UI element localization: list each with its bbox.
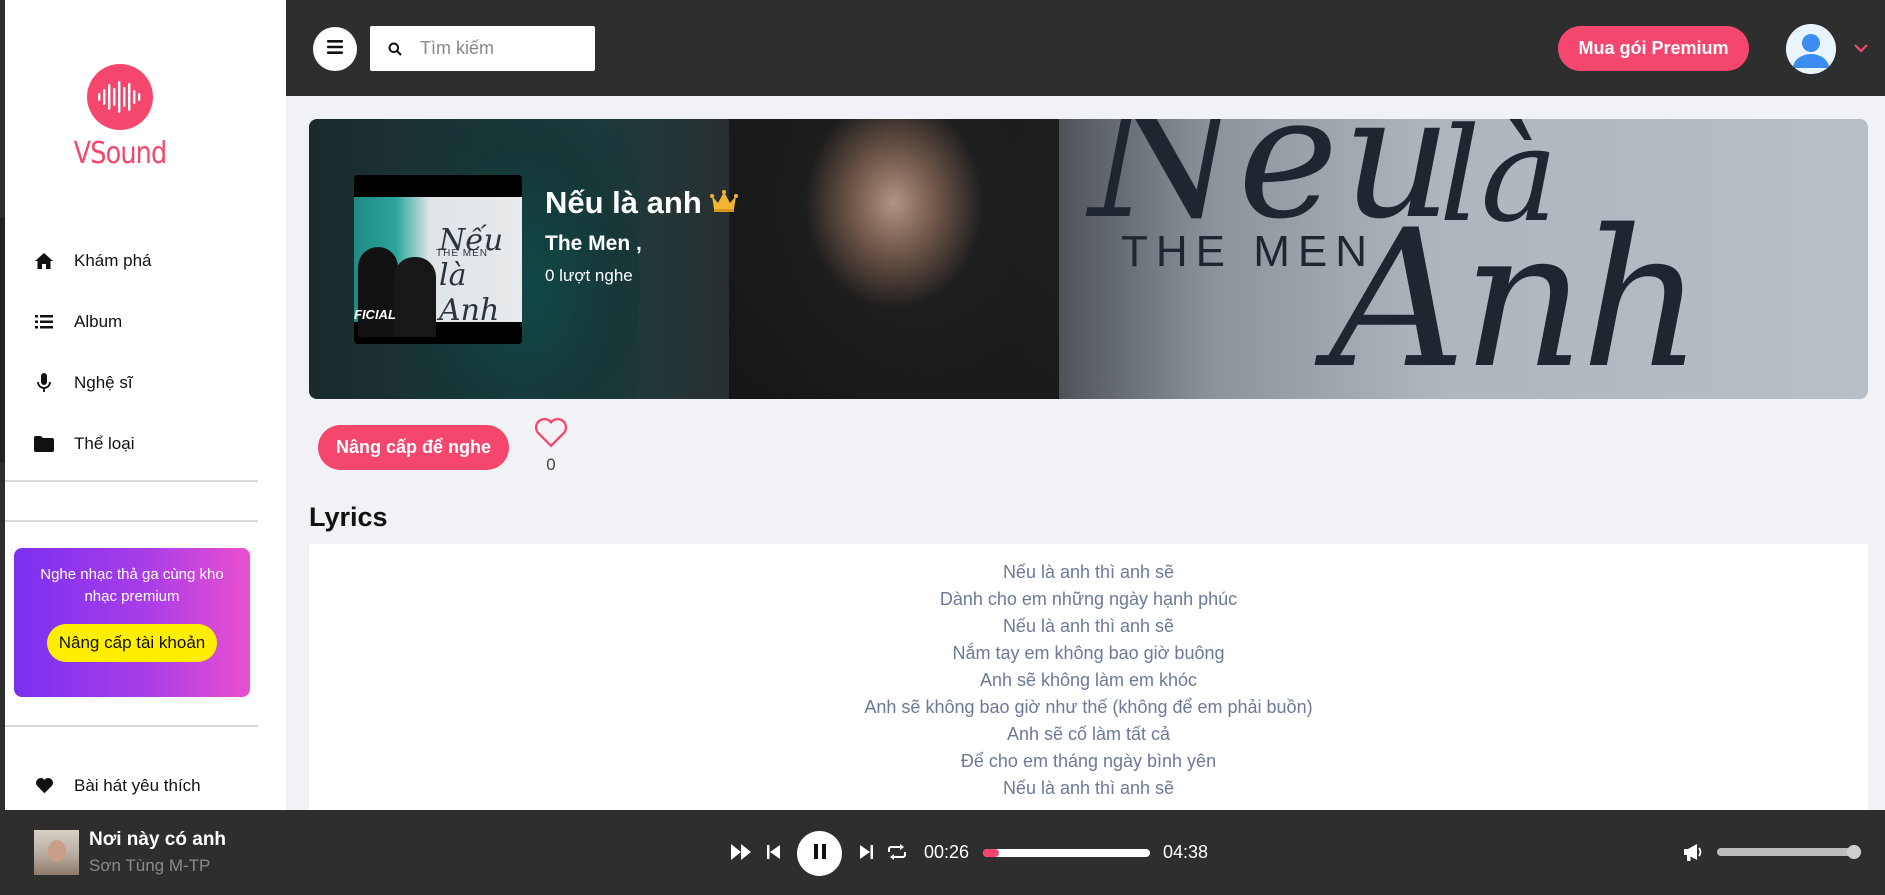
lyrics-box: Nếu là anh thì anh sẽ Dành cho em những … bbox=[309, 544, 1868, 810]
lyric-line: Anh sẽ cố làm tất cả bbox=[1006, 724, 1171, 744]
album-cover: Nếu là Anh THE MEN FICIAL bbox=[354, 175, 522, 344]
lyric-line: Nếu là anh thì anh sẽ bbox=[1002, 562, 1175, 582]
next-icon[interactable] bbox=[859, 843, 873, 866]
song-play-count: 0 lượt nghe bbox=[545, 266, 633, 285]
song-banner: Nếu là Anh THE MEN Nếu là Anh THE MEN FI… bbox=[309, 119, 1868, 399]
cover-figure bbox=[394, 257, 436, 337]
avatar[interactable] bbox=[1786, 24, 1836, 74]
lyric-line: Anh sẽ không bao giờ như thế (không để e… bbox=[864, 697, 1313, 717]
lyric-line: Dành cho em những ngày hạnh phúc bbox=[939, 589, 1238, 609]
sidebar-item-label: Bài hát yêu thích bbox=[74, 775, 201, 795]
sidebar-item-the-loai[interactable]: Thể loại bbox=[33, 413, 152, 474]
progress-bar[interactable] bbox=[983, 849, 1150, 857]
microphone-icon bbox=[33, 372, 55, 394]
divider bbox=[5, 725, 258, 727]
sidebar-item-label: Album bbox=[74, 311, 123, 331]
cover-title: Nếu là Anh bbox=[439, 223, 504, 328]
cover-band: THE MEN bbox=[436, 248, 488, 259]
lyric-line: Nắm tay em không bao giờ buông bbox=[952, 643, 1225, 663]
sidebar-item-nghe-si[interactable]: Nghệ sĩ bbox=[33, 352, 152, 413]
volume-knob[interactable] bbox=[1846, 845, 1861, 859]
song-title: Nếu là anh bbox=[545, 185, 738, 221]
fast-forward-icon[interactable] bbox=[730, 843, 752, 866]
buy-premium-button[interactable]: Mua gói Premium bbox=[1558, 26, 1749, 71]
lyrics-heading: Lyrics bbox=[309, 502, 388, 532]
like-count: 0 bbox=[546, 455, 556, 474]
banner-art-band: THE MEN bbox=[1121, 227, 1375, 276]
cover-figure bbox=[358, 247, 398, 337]
sidebar-item-kham-pha[interactable]: Khám phá bbox=[33, 230, 152, 291]
sidebar: VSound Khám phá Album Nghệ sĩ Thể loại N… bbox=[0, 0, 286, 810]
total-time: 04:38 bbox=[1163, 842, 1209, 862]
home-icon bbox=[33, 250, 55, 272]
song-artist[interactable]: The Men , bbox=[545, 232, 642, 256]
volume-icon[interactable] bbox=[1682, 842, 1704, 867]
cover-tag: FICIAL bbox=[354, 307, 396, 322]
logo-text: VSound bbox=[73, 136, 167, 171]
lyric-line: Nếu là anh thì anh sẽ bbox=[1002, 616, 1175, 636]
folder-icon bbox=[33, 433, 55, 455]
sidebar-item-label: Nghệ sĩ bbox=[74, 372, 133, 392]
crown-icon bbox=[709, 185, 738, 221]
lyric-line: Để cho em tháng ngày bình yên bbox=[960, 751, 1217, 771]
now-playing-cover bbox=[34, 830, 79, 875]
sidebar-item-album[interactable]: Album bbox=[33, 291, 152, 352]
search-icon[interactable] bbox=[370, 42, 420, 56]
song-title-text: Nếu là anh bbox=[545, 185, 702, 220]
sidebar-item-label: Khám phá bbox=[74, 250, 152, 270]
pause-icon bbox=[813, 843, 826, 864]
progress-fill bbox=[983, 849, 999, 857]
volume-slider[interactable] bbox=[1717, 845, 1861, 859]
list-icon bbox=[33, 311, 55, 333]
main-content: Nếu là Anh THE MEN Nếu là Anh THE MEN FI… bbox=[286, 96, 1885, 810]
lyric-line: Anh sẽ không làm em khóc bbox=[979, 670, 1198, 690]
search-bar bbox=[370, 26, 595, 71]
now-playing-title[interactable]: Nơi này có anh bbox=[89, 829, 226, 851]
soundwave-logo-icon bbox=[87, 64, 153, 130]
previous-icon[interactable] bbox=[767, 843, 781, 866]
like-control: 0 bbox=[531, 416, 571, 475]
upgrade-account-button[interactable]: Nâng cấp tài khoản bbox=[46, 624, 218, 662]
banner-art-text: Anh bbox=[1329, 189, 1703, 399]
search-input[interactable] bbox=[420, 38, 580, 59]
premium-promo-card: Nghe nhạc thả ga cùng kho nhạc premium N… bbox=[14, 548, 250, 697]
sidebar-item-label: Thể loại bbox=[74, 433, 135, 453]
top-header: Mua gói Premium bbox=[286, 0, 1885, 96]
divider bbox=[5, 520, 258, 522]
divider bbox=[5, 480, 258, 482]
upgrade-to-listen-button[interactable]: Nâng cấp để nghe bbox=[318, 425, 509, 470]
player-bar: Nơi này có anh Sơn Tùng M-TP 00:26 04:38 bbox=[0, 810, 1885, 895]
promo-text: Nghe nhạc thả ga cùng kho nhạc premium bbox=[40, 566, 224, 605]
current-time: 00:26 bbox=[924, 842, 970, 862]
heart-outline-icon[interactable] bbox=[533, 417, 569, 452]
pause-button[interactable] bbox=[797, 831, 842, 876]
banner-artist-photo bbox=[729, 119, 1059, 399]
repeat-icon[interactable] bbox=[886, 843, 908, 866]
logo[interactable]: VSound bbox=[5, 60, 235, 171]
sidebar-item-favorites[interactable]: Bài hát yêu thích bbox=[33, 755, 201, 816]
lyric-line: Nếu là anh thì anh sẽ bbox=[1002, 778, 1175, 798]
sidebar-nav: Khám phá Album Nghệ sĩ Thể loại bbox=[33, 230, 152, 474]
menu-button[interactable] bbox=[313, 27, 357, 71]
chevron-down-icon[interactable] bbox=[1854, 40, 1868, 58]
hamburger-icon bbox=[327, 39, 343, 59]
now-playing-artist[interactable]: Sơn Tùng M-TP bbox=[89, 856, 210, 876]
heart-icon bbox=[33, 775, 55, 797]
